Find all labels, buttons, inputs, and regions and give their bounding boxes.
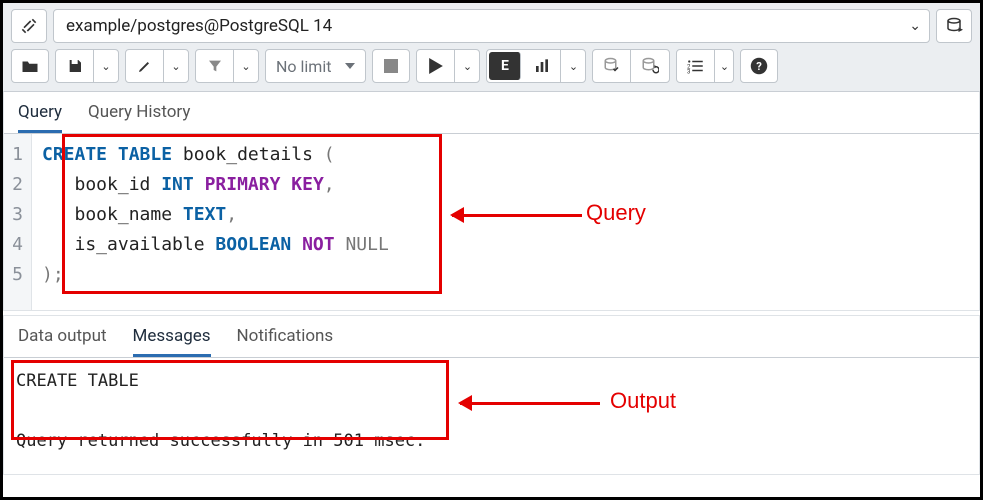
- connection-label: example/postgres@PostgreSQL 14: [66, 16, 332, 36]
- commit-rollback-group: [592, 49, 670, 83]
- tab-notifications[interactable]: Notifications: [237, 326, 334, 357]
- help-button[interactable]: ?: [740, 49, 778, 83]
- toolbar: ⌄ ⌄ ⌄ No limit ⌄ E: [11, 49, 972, 91]
- list-icon[interactable]: 2 3: [677, 50, 715, 82]
- explain-analyze-button[interactable]: [523, 50, 561, 82]
- connection-status-icon[interactable]: [11, 9, 47, 43]
- explain-group: E ⌄: [486, 49, 586, 83]
- row-limit-select[interactable]: No limit: [265, 49, 366, 83]
- explain-button[interactable]: E: [489, 52, 521, 80]
- annotation-label-query: Query: [586, 200, 646, 226]
- sql-editor[interactable]: 12345 CREATE TABLE book_details ( book_i…: [4, 134, 979, 310]
- macros-split-button[interactable]: 2 3 ⌄: [676, 49, 734, 83]
- save-dropdown[interactable]: ⌄: [94, 50, 118, 82]
- annotation-arrow-query: [452, 214, 582, 217]
- chevron-down-icon: ⌄: [909, 18, 921, 34]
- editor-panel: Query Query History 12345 CREATE TABLE bo…: [3, 91, 980, 311]
- editor-code[interactable]: CREATE TABLE book_details ( book_id INT …: [32, 134, 399, 310]
- filter-icon[interactable]: [196, 50, 234, 82]
- editor-gutter: 12345: [4, 134, 32, 310]
- result-tabs: Data output Messages Notifications: [4, 316, 979, 358]
- play-icon[interactable]: [417, 50, 455, 82]
- edit-split-button[interactable]: ⌄: [125, 49, 189, 83]
- messages-body: CREATE TABLE Query returned successfully…: [4, 358, 979, 474]
- save-split-button[interactable]: ⌄: [55, 49, 119, 83]
- execute-dropdown[interactable]: ⌄: [455, 50, 479, 82]
- annotation-label-output: Output: [610, 388, 676, 414]
- explain-dropdown[interactable]: ⌄: [561, 50, 585, 82]
- macros-dropdown[interactable]: ⌄: [715, 50, 733, 82]
- rollback-button[interactable]: [631, 50, 669, 82]
- results-panel: Data output Messages Notifications CREATE …: [3, 315, 980, 475]
- stop-button[interactable]: [372, 49, 410, 83]
- tab-query[interactable]: Query: [18, 102, 62, 133]
- server-icon-button[interactable]: [936, 9, 972, 43]
- editor-tabs: Query Query History: [4, 92, 979, 134]
- connection-bar: example/postgres@PostgreSQL 14 ⌄: [11, 9, 972, 43]
- tab-query-history[interactable]: Query History: [88, 102, 190, 133]
- edit-dropdown[interactable]: ⌄: [164, 50, 188, 82]
- filter-split-button[interactable]: ⌄: [195, 49, 259, 83]
- annotation-arrow-output: [460, 402, 600, 405]
- connection-select[interactable]: example/postgres@PostgreSQL 14 ⌄: [53, 9, 930, 43]
- tab-data-output[interactable]: Data output: [18, 326, 107, 357]
- tab-messages[interactable]: Messages: [133, 326, 211, 357]
- pencil-icon[interactable]: [126, 50, 164, 82]
- svg-text:?: ?: [757, 60, 763, 73]
- filter-dropdown[interactable]: ⌄: [234, 50, 258, 82]
- open-file-button[interactable]: [11, 49, 49, 83]
- svg-text:3: 3: [687, 69, 690, 75]
- triangle-down-icon: [345, 63, 355, 69]
- execute-split-button[interactable]: ⌄: [416, 49, 480, 83]
- save-icon[interactable]: [56, 50, 94, 82]
- commit-button[interactable]: [593, 50, 631, 82]
- row-limit-label: No limit: [276, 57, 331, 76]
